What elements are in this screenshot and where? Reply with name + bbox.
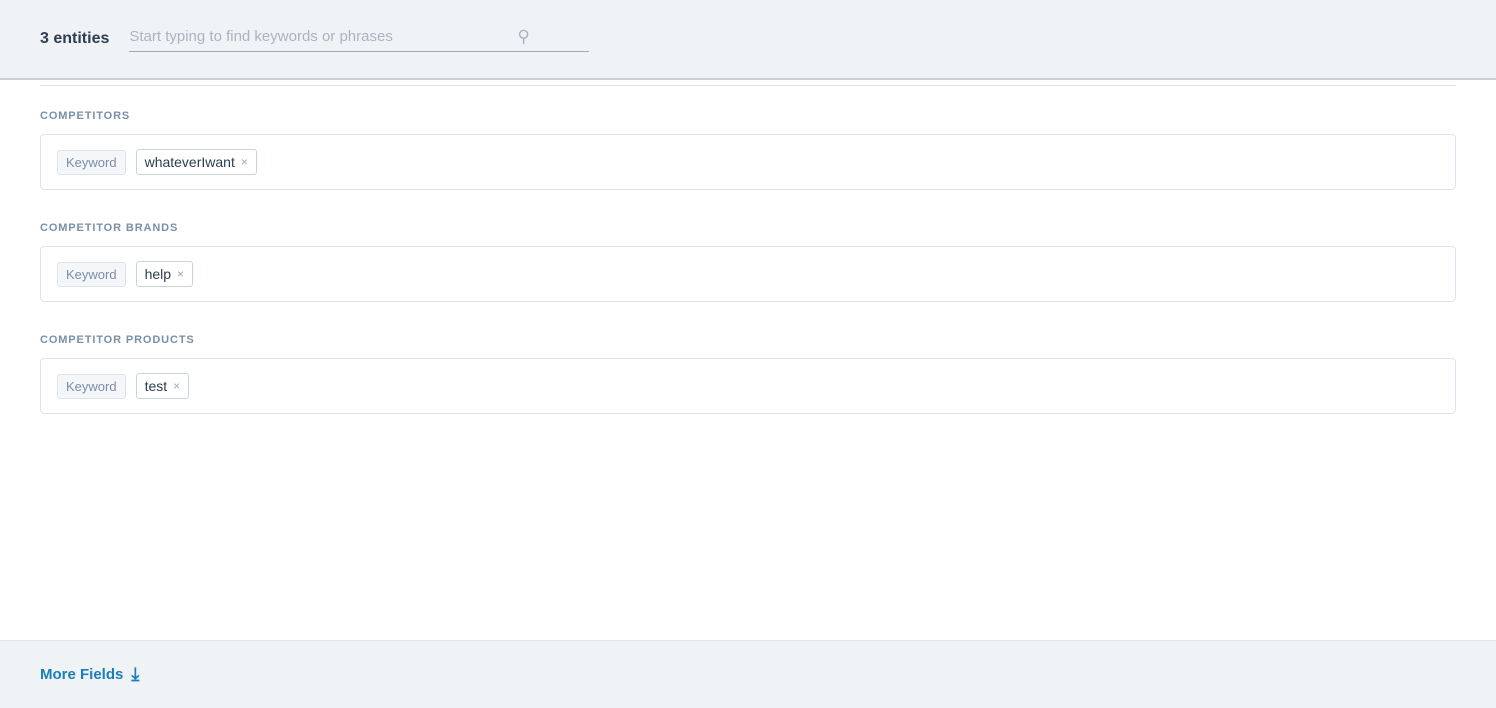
competitor-brands-keyword-label: Keyword — [57, 262, 126, 287]
competitor-brands-tag-remove[interactable]: × — [177, 268, 184, 280]
competitor-products-keyword-label: Keyword — [57, 374, 126, 399]
competitors-tag-0: whateverIwant × — [136, 149, 257, 175]
competitors-keyword-row: Keyword whateverIwant × — [40, 134, 1456, 190]
competitor-products-tag-0: test × — [136, 373, 190, 399]
footer-bar: More Fields ⤓ — [0, 640, 1496, 708]
competitor-brands-section: COMPETITOR BRANDS Keyword help × — [0, 198, 1496, 310]
competitor-products-tag-text: test — [145, 378, 168, 394]
entities-count: 3 entities — [40, 30, 109, 48]
competitors-section-title: COMPETITORS — [40, 110, 1456, 122]
search-icon: ⚲ — [517, 27, 529, 47]
competitors-keyword-label: Keyword — [57, 150, 126, 175]
search-bar: 3 entities ⚲ — [0, 0, 1496, 80]
competitor-products-section-title: COMPETITOR PRODUCTS — [40, 334, 1456, 346]
content-area: COMPETITORS Keyword whateverIwant × COMP… — [0, 80, 1496, 640]
chevron-down-icon: ⤓ — [131, 664, 139, 685]
search-input[interactable] — [129, 28, 509, 45]
competitor-products-tag-remove[interactable]: × — [173, 380, 180, 392]
competitor-products-section: COMPETITOR PRODUCTS Keyword test × — [0, 310, 1496, 422]
more-fields-button[interactable]: More Fields ⤓ — [40, 664, 139, 685]
competitor-products-keyword-row: Keyword test × — [40, 358, 1456, 414]
search-input-wrapper[interactable]: ⚲ — [129, 27, 589, 52]
competitors-tag-text: whateverIwant — [145, 154, 235, 170]
competitor-brands-tag-text: help — [145, 266, 171, 282]
app-wrapper: 3 entities ⚲ COMPETITORS Keyword whateve… — [0, 0, 1496, 708]
competitor-brands-tag-0: help × — [136, 261, 193, 287]
more-fields-label: More Fields — [40, 666, 123, 683]
competitors-section: COMPETITORS Keyword whateverIwant × — [0, 86, 1496, 198]
competitors-tag-remove[interactable]: × — [241, 156, 248, 168]
competitor-brands-section-title: COMPETITOR BRANDS — [40, 222, 1456, 234]
competitor-brands-keyword-row: Keyword help × — [40, 246, 1456, 302]
